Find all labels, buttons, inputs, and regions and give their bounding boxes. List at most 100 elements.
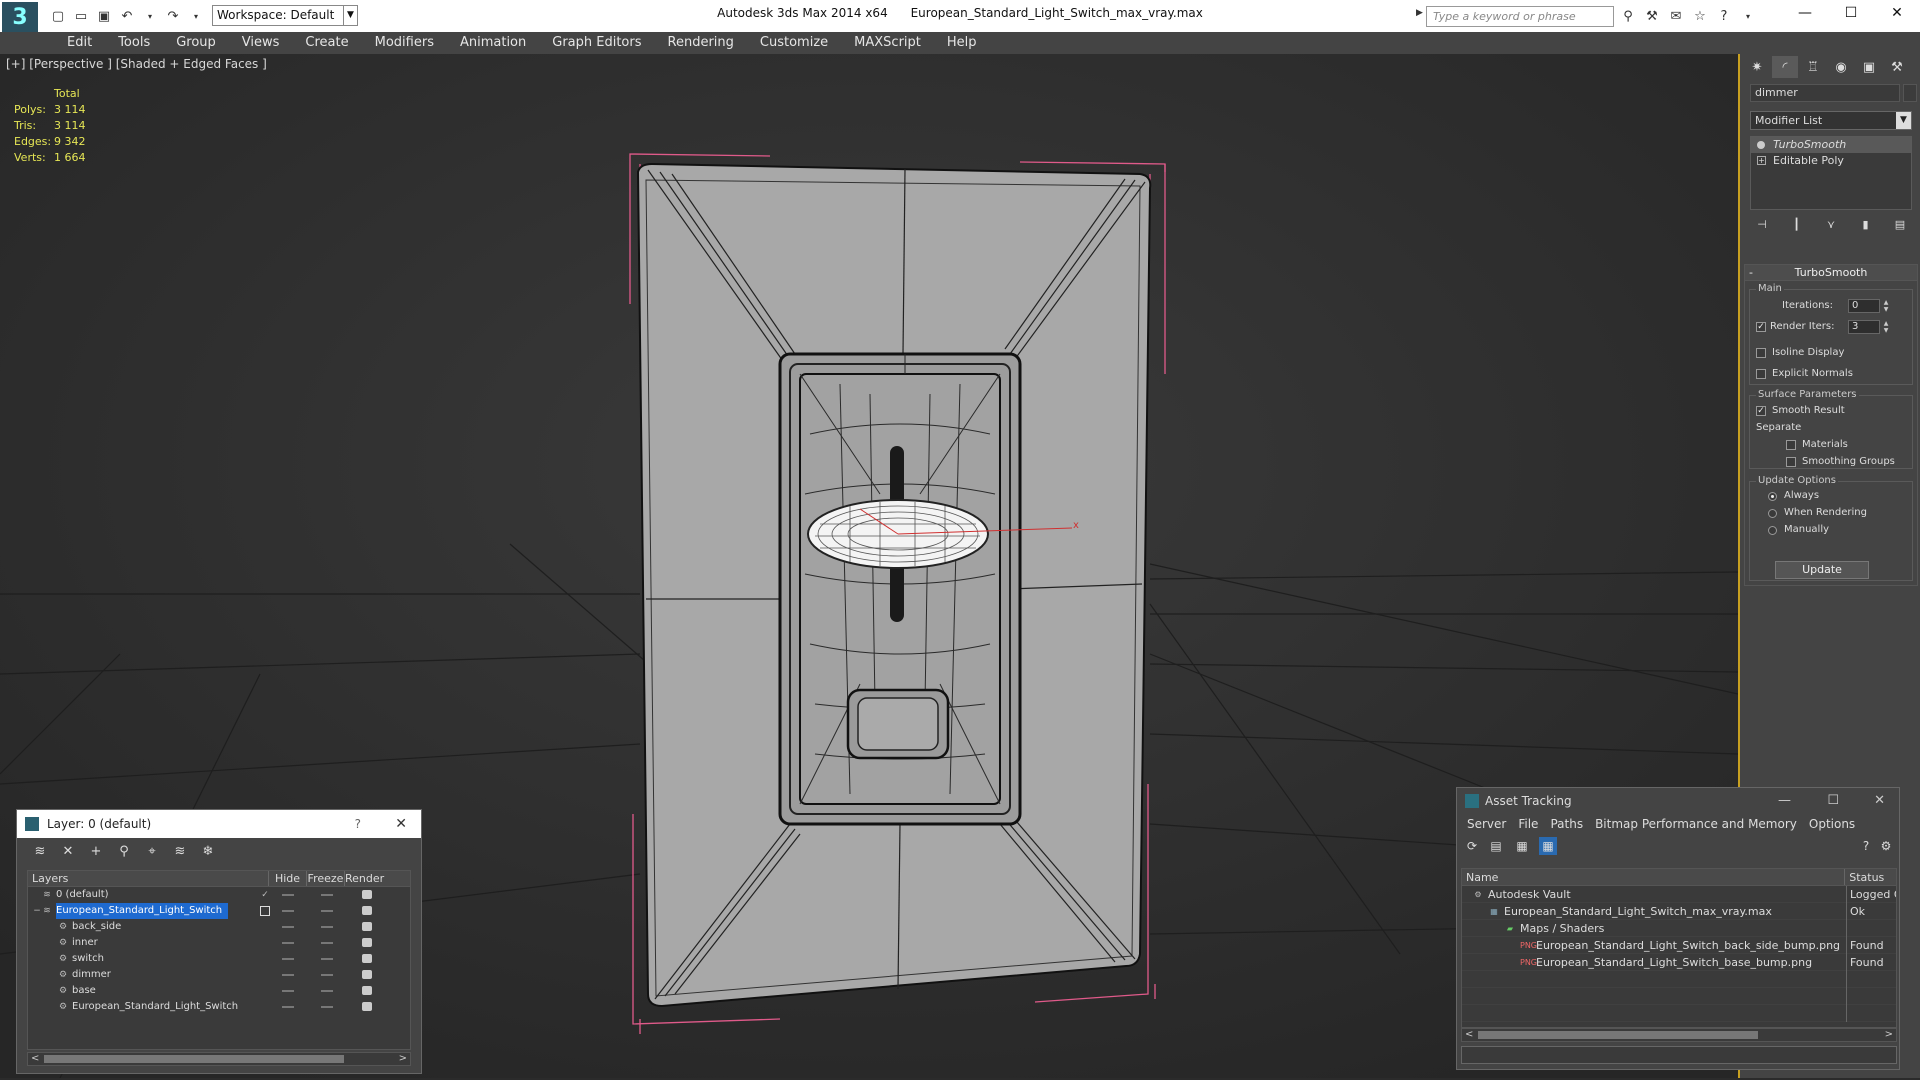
menu-help[interactable]: Help — [934, 32, 990, 54]
menu-modifiers[interactable]: Modifiers — [362, 32, 447, 54]
utilities-tab-icon[interactable]: ⚒ — [1884, 56, 1910, 78]
workspace-select[interactable]: Workspace: Default ▼ — [212, 5, 358, 26]
layer-dialog-titlebar[interactable]: Layer: 0 (default) ? ✕ — [17, 810, 421, 838]
spinner-arrows-icon[interactable]: ▲ ▼ — [1882, 320, 1890, 334]
freeze-toggle[interactable] — [321, 990, 333, 992]
menu-group[interactable]: Group — [163, 32, 229, 54]
smooth-result-checkbox[interactable]: ✓ — [1756, 406, 1766, 416]
scroll-thumb[interactable] — [44, 1055, 344, 1063]
menu-tools[interactable]: Tools — [105, 32, 163, 54]
help-icon[interactable]: ? — [1714, 6, 1734, 26]
manually-radio[interactable] — [1768, 526, 1777, 535]
menu-animation[interactable]: Animation — [447, 32, 539, 54]
layer-row[interactable]: ≋ 0 (default) ✓ — [28, 887, 410, 903]
menu-rendering[interactable]: Rendering — [655, 32, 747, 54]
asset-menu-paths[interactable]: Paths — [1544, 814, 1589, 834]
refresh-icon[interactable]: ⟳ — [1463, 837, 1481, 855]
freeze-toggle[interactable] — [321, 974, 333, 976]
settings-icon[interactable]: ⚙ — [1877, 837, 1895, 855]
thumbnail-view-icon[interactable]: ▦ — [1513, 837, 1531, 855]
scroll-right-icon[interactable]: > — [399, 1053, 407, 1065]
app-logo-icon[interactable]: 3 — [2, 2, 38, 34]
menu-create[interactable]: Create — [292, 32, 361, 54]
hide-toggle[interactable] — [282, 910, 294, 912]
hide-toggle[interactable] — [282, 974, 294, 976]
display-tab-icon[interactable]: ▣ — [1856, 56, 1882, 78]
help-dropdown-icon[interactable]: ▾ — [1738, 6, 1758, 26]
subscription-icon[interactable]: ⚒ — [1642, 6, 1662, 26]
menu-graph-editors[interactable]: Graph Editors — [539, 32, 654, 54]
asset-row[interactable]: PNG European_Standard_Light_Switch_back_s… — [1462, 937, 1896, 954]
freeze-toggle[interactable] — [321, 910, 333, 912]
when-rendering-radio[interactable] — [1768, 509, 1777, 518]
render-teapot-icon[interactable] — [362, 1002, 372, 1011]
list-view-icon[interactable]: ▤ — [1487, 837, 1505, 855]
freeze-all-layers-icon[interactable]: ❄ — [199, 843, 217, 861]
render-teapot-icon[interactable] — [362, 970, 372, 979]
isoline-display-checkbox[interactable] — [1756, 348, 1766, 358]
close-icon[interactable]: ✕ — [1874, 788, 1885, 814]
motion-tab-icon[interactable]: ◉ — [1828, 56, 1854, 78]
render-teapot-icon[interactable] — [362, 986, 372, 995]
help-icon[interactable]: ? — [355, 810, 361, 838]
scroll-left-icon[interactable]: < — [31, 1053, 39, 1065]
undo-dropdown-icon[interactable]: ▾ — [140, 6, 160, 26]
spinner-arrows-icon[interactable]: ▲ ▼ — [1882, 299, 1890, 313]
asset-menu-server[interactable]: Server — [1461, 814, 1512, 834]
close-icon[interactable]: ✕ — [1874, 0, 1920, 26]
show-end-result-icon[interactable]: ┃ — [1789, 218, 1805, 234]
asset-dialog-titlebar[interactable]: Asset Tracking — ☐ ✕ — [1457, 788, 1899, 814]
layer-row[interactable]: ⚙ dimmer — [28, 967, 410, 983]
freeze-column-header[interactable]: Freeze — [306, 871, 344, 886]
make-unique-icon[interactable]: ⋎ — [1823, 218, 1839, 234]
render-iters-spinner[interactable]: 3 — [1848, 320, 1880, 334]
undo-icon[interactable]: ↶ — [117, 6, 137, 26]
binoculars-icon[interactable]: ⚲ — [1618, 6, 1638, 26]
materials-checkbox[interactable] — [1786, 440, 1796, 450]
select-objects-icon[interactable]: ⚲ — [115, 843, 133, 861]
render-teapot-icon[interactable] — [362, 938, 372, 947]
chevron-down-icon[interactable]: ▼ — [343, 6, 357, 25]
scroll-left-icon[interactable]: < — [1465, 1029, 1473, 1041]
turbosmooth-rollout-header[interactable]: - TurboSmooth — [1745, 265, 1917, 281]
explicit-normals-checkbox[interactable] — [1756, 369, 1766, 379]
expand-plus-icon[interactable]: + — [1757, 156, 1766, 165]
minimize-icon[interactable]: — — [1778, 788, 1791, 814]
update-button[interactable]: Update — [1775, 561, 1869, 579]
hide-column-header[interactable]: Hide — [268, 871, 306, 886]
hide-toggle[interactable] — [282, 990, 294, 992]
redo-icon[interactable]: ↷ — [163, 6, 183, 26]
stack-item-editable-poly[interactable]: + Editable Poly — [1751, 153, 1911, 169]
asset-menu-file[interactable]: File — [1512, 814, 1544, 834]
object-color-swatch[interactable] — [1903, 84, 1917, 102]
hierarchy-tab-icon[interactable]: ♖ — [1800, 56, 1826, 78]
chevron-down-icon[interactable]: ▼ — [1896, 112, 1911, 129]
layer-row[interactable]: ⚙ inner — [28, 935, 410, 951]
asset-row[interactable]: ⚙ Autodesk Vault Logged O — [1462, 886, 1896, 903]
layer-row[interactable]: − ≋ European_Standard_Light_Switch — [28, 903, 410, 919]
light-switch-model[interactable]: x — [636, 162, 1152, 1008]
table-view-icon[interactable]: ▦ — [1539, 837, 1557, 855]
hide-all-layers-icon[interactable]: ≋ — [171, 843, 189, 861]
maximize-icon[interactable]: ☐ — [1828, 0, 1874, 26]
render-column-header[interactable]: Render — [344, 871, 384, 886]
add-to-layer-icon[interactable]: + — [87, 843, 105, 861]
configure-sets-icon[interactable]: ▤ — [1892, 218, 1908, 234]
open-file-icon[interactable]: ▭ — [71, 6, 91, 26]
always-radio[interactable] — [1768, 492, 1777, 501]
menu-customize[interactable]: Customize — [747, 32, 841, 54]
layer-row[interactable]: ⚙ base — [28, 983, 410, 999]
new-file-icon[interactable]: ▢ — [48, 6, 68, 26]
highlight-layer-icon[interactable]: ⌖ — [143, 843, 161, 861]
render-teapot-icon[interactable] — [362, 922, 372, 931]
redo-dropdown-icon[interactable]: ▾ — [186, 6, 206, 26]
freeze-toggle[interactable] — [321, 958, 333, 960]
layer-row[interactable]: ⚙ back_side — [28, 919, 410, 935]
pin-stack-icon[interactable]: ⊣ — [1754, 218, 1770, 234]
collapse-icon[interactable]: - — [1749, 265, 1753, 281]
create-layer-icon[interactable]: ≋ — [31, 843, 49, 861]
create-tab-icon[interactable]: ✷ — [1744, 56, 1770, 78]
layers-column-header[interactable]: Layers — [28, 871, 268, 886]
smoothing-groups-checkbox[interactable] — [1786, 457, 1796, 467]
modify-tab-icon[interactable]: ◜ — [1772, 56, 1798, 78]
